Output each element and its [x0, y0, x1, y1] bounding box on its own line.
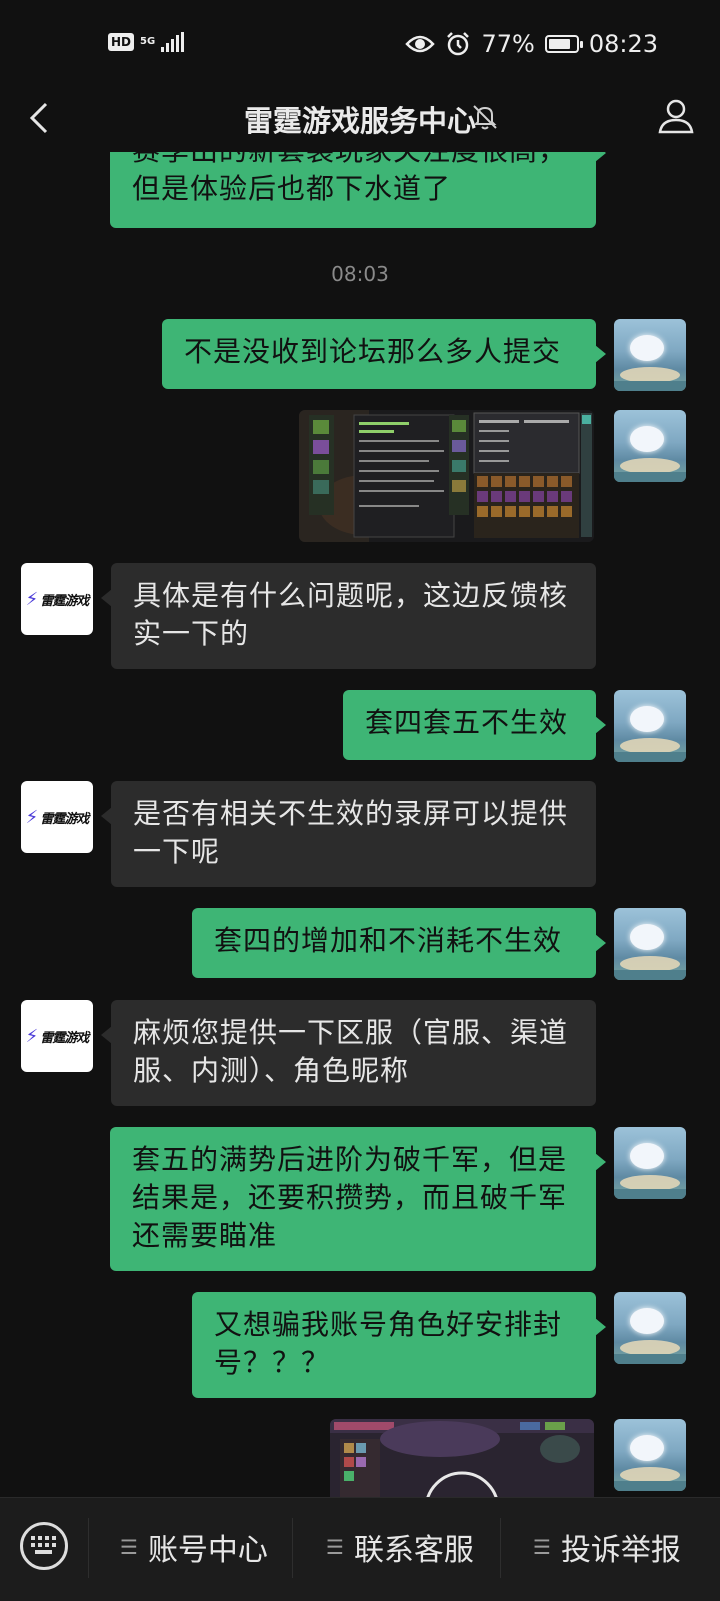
message-bubble[interactable]: 套四套五不生效 — [343, 690, 606, 760]
message-text: 结果是，还要积攒势，而且破千军 — [132, 1181, 568, 1214]
brand-logo-text: 雷霆游戏 — [40, 811, 89, 827]
keyboard-icon[interactable] — [20, 1522, 68, 1570]
message-bubble[interactable]: 是否有相关不生效的录屏可以提供 一下呢 — [101, 781, 596, 887]
hd-badge: HD — [108, 33, 135, 51]
menu-label: 账号中心 — [147, 1533, 268, 1568]
message-text: 不是没收到论坛那么多人提交 — [184, 335, 562, 368]
user-avatar[interactable] — [614, 1292, 686, 1364]
message-bubble[interactable]: 不是没收到论坛那么多人提交 — [162, 319, 606, 389]
clock: 08:23 — [588, 30, 658, 58]
service-avatar[interactable]: ⚡ 雷霆游戏 — [21, 1000, 93, 1072]
message-bubble[interactable]: 套四的增加和不消耗不生效 — [192, 908, 606, 978]
message-bubble[interactable]: 套五的满势后进阶为破千军，但是 结果是，还要积攒势，而且破千军 还需要瞄准 — [110, 1127, 606, 1271]
game-screenshot-image — [299, 410, 594, 542]
message-bubble[interactable]: 麻烦您提供一下区服（官服、渠道 服、内测）、角色昵称 — [101, 1000, 596, 1106]
brand-logo-text: 雷霆游戏 — [40, 1030, 89, 1046]
menu-label: 联系客服 — [353, 1533, 474, 1568]
message-text: 套五的满势后进阶为破千军，但是 — [132, 1143, 568, 1176]
network-type: 5G — [140, 36, 156, 47]
message-text: 是否有相关不生效的录屏可以提供 — [133, 797, 569, 830]
message-text: 还需要瞄准 — [132, 1219, 278, 1252]
mute-bell-icon — [473, 105, 497, 130]
status-bar: HD 5G 77% 08:23 — [0, 0, 720, 90]
bottom-menu-bar: ☰ 账号中心 ☰ 联系客服 ☰ 投诉举报 — [0, 1497, 720, 1601]
user-avatar[interactable] — [614, 690, 686, 762]
message-text: 服、内测）、角色昵称 — [133, 1054, 410, 1087]
menu-lines-icon: ☰ — [533, 1535, 551, 1559]
user-avatar[interactable] — [614, 410, 686, 482]
message-bubble[interactable]: 赛季出的新套装玩家关注度很高， 但是体验后也都下水道了 — [110, 152, 606, 228]
message-text: 号？？？ — [214, 1346, 331, 1379]
battery-icon — [544, 35, 583, 53]
message-bubble[interactable]: 具体是有什么问题呢，这边反馈核 实一下的 — [101, 563, 596, 669]
message-text: 麻烦您提供一下区服（官服、渠道 — [133, 1016, 569, 1049]
menu-contact-support[interactable]: ☰ 联系客服 — [326, 1522, 474, 1572]
battery-percent: 77% — [481, 30, 535, 58]
message-list[interactable]: 赛季出的新套装玩家关注度很高， 但是体验后也都下水道了 08:03 不是没收到论… — [0, 152, 720, 1497]
user-avatar[interactable] — [614, 1127, 686, 1199]
message-text: 套四套五不生效 — [365, 706, 569, 739]
menu-label: 投诉举报 — [560, 1533, 681, 1568]
divider — [292, 1518, 293, 1578]
bolt-icon: ⚡ — [25, 806, 39, 828]
profile-icon[interactable] — [656, 96, 696, 136]
menu-lines-icon: ☰ — [326, 1535, 344, 1559]
message-text: 套四的增加和不消耗不生效 — [214, 924, 563, 957]
bolt-icon: ⚡ — [25, 1025, 39, 1047]
service-avatar[interactable]: ⚡ 雷霆游戏 — [21, 563, 93, 635]
user-avatar[interactable] — [614, 1419, 686, 1491]
video-message[interactable] — [330, 1419, 594, 1497]
chat-header: 雷霆游戏服务中心 — [0, 90, 720, 152]
game-video-thumbnail — [330, 1419, 594, 1497]
screenshot-image-message[interactable] — [299, 410, 594, 542]
user-avatar[interactable] — [614, 319, 686, 391]
message-bubble[interactable]: 又想骗我账号角色好安排封 号？？？ — [192, 1292, 606, 1398]
eye-icon — [405, 35, 436, 53]
message-text: 又想骗我账号角色好安排封 — [214, 1308, 563, 1341]
message-text: 赛季出的新套装玩家关注度很高， — [132, 152, 574, 170]
menu-complaint-report[interactable]: ☰ 投诉举报 — [533, 1522, 681, 1572]
message-text: 实一下的 — [133, 617, 250, 650]
alarm-icon — [447, 32, 470, 56]
message-text: 但是体验后也都下水道了 — [132, 172, 452, 205]
page-title: 雷霆游戏服务中心 — [0, 98, 720, 140]
message-text: 一下呢 — [133, 835, 221, 868]
signal-icon — [161, 32, 185, 52]
brand-logo-text: 雷霆游戏 — [40, 593, 89, 609]
title-text: 雷霆游戏服务中心 — [243, 104, 476, 138]
divider — [88, 1518, 89, 1578]
menu-account-center[interactable]: ☰ 账号中心 — [120, 1522, 268, 1572]
bolt-icon: ⚡ — [25, 588, 39, 610]
message-text: 具体是有什么问题呢，这边反馈核 — [133, 579, 569, 612]
menu-lines-icon: ☰ — [120, 1535, 138, 1559]
service-avatar[interactable]: ⚡ 雷霆游戏 — [21, 781, 93, 853]
divider — [500, 1518, 501, 1578]
timestamp: 08:03 — [331, 262, 389, 286]
user-avatar[interactable] — [614, 908, 686, 980]
